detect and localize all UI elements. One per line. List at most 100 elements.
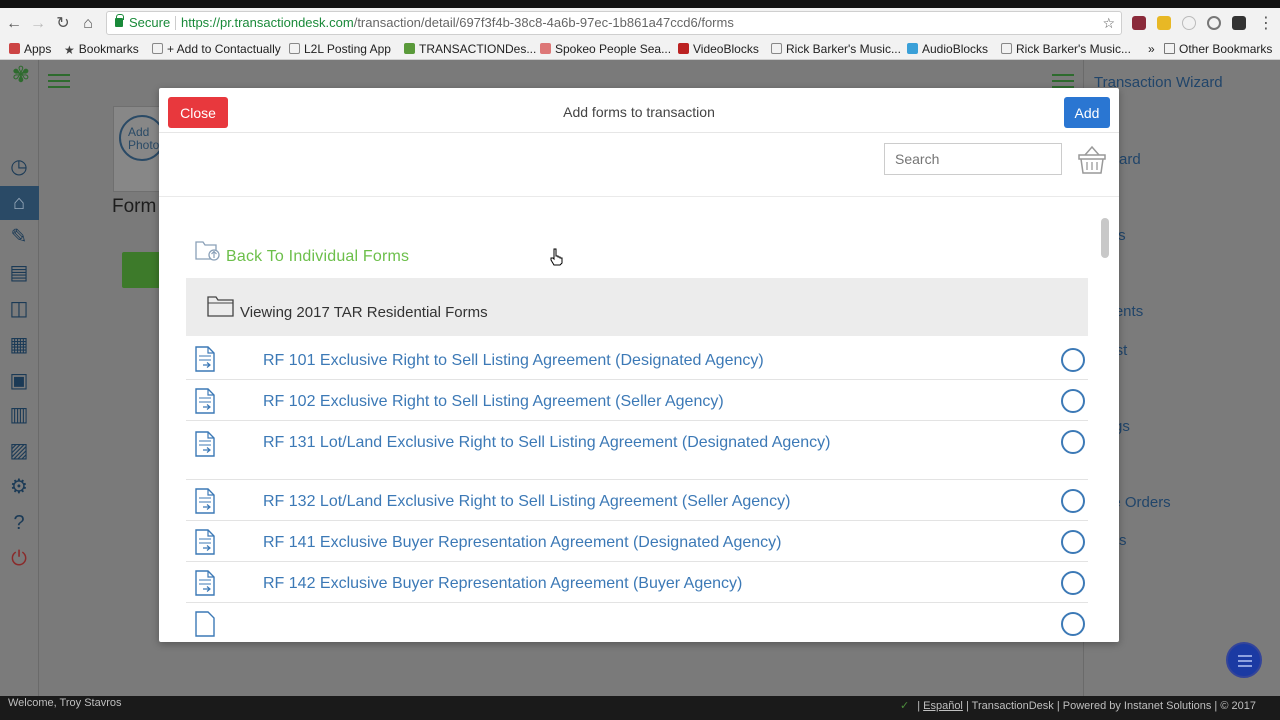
check-icon: ✓ [899,700,910,712]
bookmark-audioblocks[interactable]: AudioBlocks [907,41,988,57]
select-radio[interactable] [1061,348,1085,372]
basket-icon[interactable] [1077,143,1107,175]
form-row[interactable]: RF 131 Lot/Land Exclusive Right to Sell … [186,421,1088,480]
select-radio[interactable] [1061,530,1085,554]
dashboard-icon[interactable]: ◷ [6,154,32,180]
shield-extension-icon[interactable] [1232,16,1246,30]
modal-title: Add forms to transaction [563,104,715,120]
forward-arrow-icon[interactable]: → [28,14,48,34]
pencil-icon[interactable]: ✎ [6,224,32,250]
form-row[interactable]: RF 142 Exclusive Buyer Representation Ag… [186,562,1088,603]
search-row [159,133,1119,197]
espanol-link[interactable]: Español [923,700,963,712]
drive-icon[interactable] [1157,16,1171,30]
home-icon[interactable]: ⌂ [6,190,32,216]
lock-icon [115,14,124,27]
form-title[interactable]: RF 132 Lot/Land Exclusive Right to Sell … [263,493,843,510]
add-photo-placeholder: Add Photo [113,106,165,192]
bookmark-other[interactable]: Other Bookmarks [1164,41,1272,57]
building-icon[interactable]: ▥ [6,402,32,428]
add-button[interactable]: Add [1064,97,1110,128]
document-icon [195,488,215,514]
footer-links: ✓ | Español | TransactionDesk | Powered b… [899,700,1256,712]
app-sidebar: ✾ ◷ ⌂ ✎ ▤ ◫ ▦ ▣ ▥ ▨ ⚙ ? ⏻ [0,60,39,696]
bookmark-rick-barker-2[interactable]: Rick Barker's Music... [1001,41,1131,57]
select-radio[interactable] [1061,489,1085,513]
bookmark-l2l[interactable]: L2L Posting App [289,41,391,57]
box-icon[interactable]: ◫ [6,296,32,322]
document-icon [195,611,215,637]
extension-icon[interactable] [1132,16,1146,30]
bookmark-apps[interactable]: Apps [9,41,51,57]
extension-icon[interactable] [1182,16,1196,30]
home-icon[interactable]: ⌂ [78,14,98,34]
star-icon: ★ [64,43,75,57]
search-document-icon[interactable]: ▣ [6,368,32,394]
menu-dots-icon[interactable]: ⋮ [1256,14,1276,34]
hamburger-menu-icon[interactable] [48,74,70,88]
help-icon[interactable]: ? [6,510,32,536]
folder-icon [1164,43,1175,54]
scrollbar[interactable] [1101,218,1109,258]
select-radio[interactable] [1061,571,1085,595]
bookmarks-overflow[interactable]: » [1148,41,1155,57]
address-bar[interactable]: Secure https://pr.transactiondesk.com/tr… [106,11,1122,35]
folder-upload-icon [195,241,220,261]
form-title[interactable]: RF 101 Exclusive Right to Sell Listing A… [263,352,843,369]
brand-text: TransactionDesk [971,700,1054,712]
back-arrow-icon[interactable]: ← [4,14,24,34]
bookmark-videoblocks[interactable]: VideoBlocks [678,41,759,57]
select-radio[interactable] [1061,389,1085,413]
hamburger-menu-icon[interactable] [1052,74,1074,88]
transactiondesk-icon [404,43,415,54]
apps-grid-icon [9,43,20,54]
reload-icon[interactable]: ↻ [53,14,73,34]
form-row[interactable] [186,603,1088,642]
form-title[interactable]: RF 142 Exclusive Buyer Representation Ag… [263,575,843,592]
document-icon [195,529,215,555]
copyright-text: © 2017 [1220,700,1256,712]
page-icon [1001,43,1012,54]
page-icon [152,43,163,54]
powered-text: Powered by Instanet Solutions [1062,700,1212,712]
folder-icon [207,296,234,317]
form-title[interactable]: RF 102 Exclusive Right to Sell Listing A… [263,393,843,410]
bookmark-spokeo[interactable]: Spokeo People Sea... [540,41,671,57]
forms-list[interactable]: Back To Individual Forms Viewing 2017 TA… [159,198,1119,642]
calendar-icon[interactable]: ▦ [6,332,32,358]
bookmark-rick-barker-1[interactable]: Rick Barker's Music... [771,41,901,57]
spokeo-icon [540,43,551,54]
secure-label: Secure [129,15,171,30]
gears-icon[interactable]: ⚙ [6,474,32,500]
folder-header: Viewing 2017 TAR Residential Forms [186,278,1088,336]
contact-card-icon[interactable]: ▨ [6,438,32,464]
videoblocks-icon [678,43,689,54]
select-radio[interactable] [1061,612,1085,636]
bookmark-folder-bookmarks[interactable]: ★ Bookmarks [64,41,139,57]
floating-menu-button[interactable] [1226,642,1262,678]
welcome-text: Welcome, Troy Stavros [8,697,122,709]
window-top-bar [0,0,1280,8]
folder-label: Viewing 2017 TAR Residential Forms [240,304,488,321]
document-icon [195,346,215,372]
power-icon[interactable]: ⏻ [6,546,32,572]
add-forms-modal: Close Add forms to transaction Add Back … [159,88,1119,642]
search-input[interactable] [884,143,1062,175]
form-row[interactable]: RF 141 Exclusive Buyer Representation Ag… [186,521,1088,562]
form-title[interactable]: RF 131 Lot/Land Exclusive Right to Sell … [263,434,843,451]
bookmark-star-icon[interactable]: ☆ [1102,12,1115,34]
refresh-extension-icon[interactable] [1207,16,1221,30]
form-row[interactable]: RF 132 Lot/Land Exclusive Right to Sell … [186,480,1088,521]
back-label[interactable]: Back To Individual Forms [226,248,409,266]
footer: Welcome, Troy Stavros ✓ | Español | Trans… [0,696,1280,720]
logo-icon: ✾ [11,62,31,87]
hand-cursor-icon [550,248,563,266]
form-title[interactable]: RF 141 Exclusive Buyer Representation Ag… [263,534,843,551]
select-radio[interactable] [1061,430,1085,454]
bookmark-transactiondesk[interactable]: TRANSACTIONDes... [404,41,536,57]
form-row[interactable]: RF 101 Exclusive Right to Sell Listing A… [186,338,1088,380]
bookmark-contactually[interactable]: + Add to Contactually [152,41,281,57]
page-icon [289,43,300,54]
document-icon[interactable]: ▤ [6,260,32,286]
form-row[interactable]: RF 102 Exclusive Right to Sell Listing A… [186,380,1088,421]
